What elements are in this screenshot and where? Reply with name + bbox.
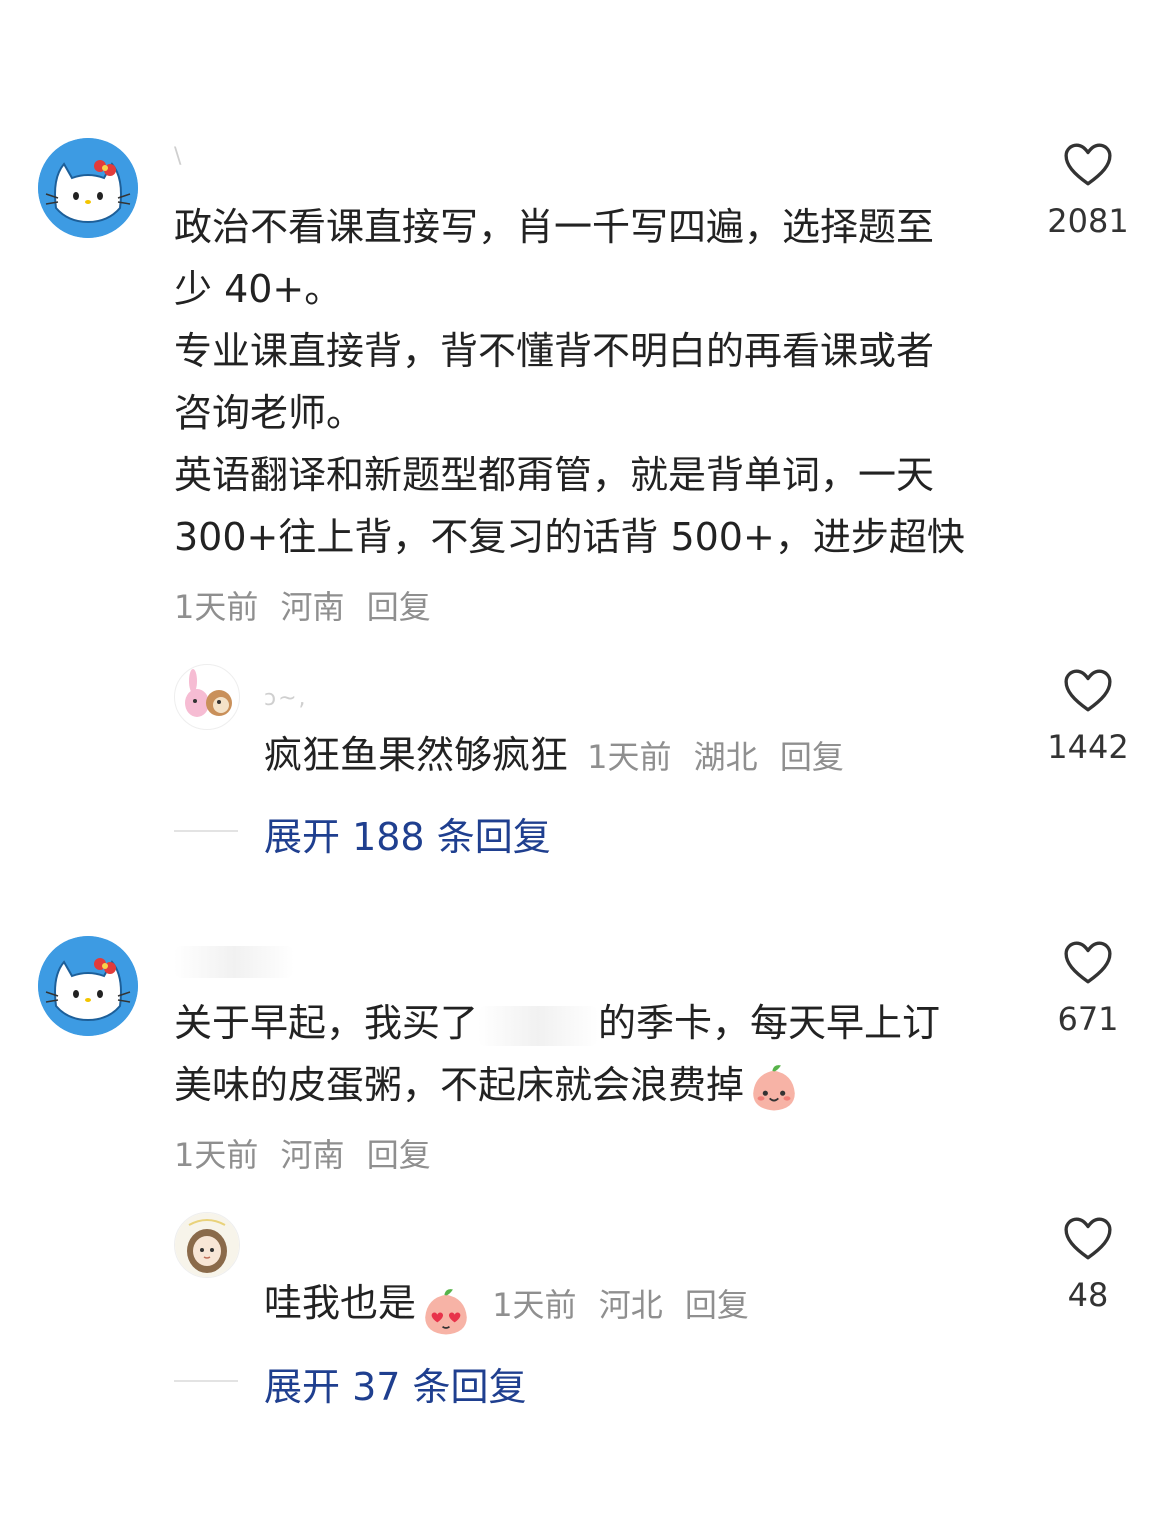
comment-line: 美味的皮蛋粥，不起床就会浪费掉 (174, 1054, 940, 1116)
comment-location: 河南 (280, 1136, 345, 1174)
comment-text-part: 美味的皮蛋粥，不起床就会浪费掉 (174, 1063, 745, 1107)
comment-1: \ 政治不看课直接写，肖一千写四遍，选择题至 少 40+。 专业课直接背，背不懂… (0, 130, 1152, 890)
comment-text: 关于早起，我买了 的季卡，每天早上订 美味的皮蛋粥，不起床就会浪费掉 (174, 992, 940, 1116)
comment-line: 关于早起，我买了 的季卡，每天早上订 (174, 992, 940, 1054)
like-count: 671 (1057, 1000, 1119, 1038)
comment-line: 少 40+。 (174, 267, 343, 311)
reply-button[interactable]: 回复 (780, 738, 844, 776)
reply-button[interactable]: 回复 (367, 588, 431, 626)
reply-meta: 1天前 河北 回复 (482, 1286, 761, 1324)
expand-divider (174, 1380, 238, 1382)
comment-time: 1天前 (174, 588, 259, 626)
comment-username[interactable]: \ (174, 144, 183, 169)
heart-icon (1063, 1216, 1113, 1262)
comment-text: 政治不看课直接写，肖一千写四遍，选择题至 少 40+。 专业课直接背，背不懂背不… (174, 196, 965, 568)
comment-line: 英语翻译和新题型都甭管，就是背单词，一天 (174, 453, 935, 497)
reply-meta: 1天前 湖北 回复 (587, 738, 856, 776)
expand-replies-button[interactable]: 展开 188 条回复 (264, 806, 551, 861)
reply-text-row: 疯狂鱼果然够疯狂 1天前 湖北 回复 (264, 724, 856, 786)
like-count: 1442 (1047, 728, 1129, 766)
reply-location: 湖北 (693, 738, 758, 776)
like-button[interactable]: 671 (1028, 940, 1148, 1038)
heart-icon (1063, 668, 1113, 714)
comment-time: 1天前 (174, 1136, 259, 1174)
like-button[interactable]: 48 (1028, 1216, 1148, 1314)
expand-divider (174, 830, 238, 832)
comment-meta: 1天前 河南 回复 (174, 582, 443, 628)
expand-replies-button[interactable]: 展开 37 条回复 (264, 1356, 527, 1411)
reply-text: 哇我也是 (264, 1281, 417, 1325)
reply-text: 疯狂鱼果然够疯狂 (264, 733, 569, 777)
comment-text-part: 的季卡，每天早上订 (598, 1001, 941, 1045)
comment-2: 关于早起，我买了 的季卡，每天早上订 美味的皮蛋粥，不起床就会浪费掉 1天前 河南… (0, 930, 1152, 1430)
reply-location: 河北 (598, 1286, 663, 1324)
hello-kitty-avatar-icon[interactable] (38, 138, 138, 238)
reply-time: 1天前 (492, 1286, 577, 1324)
girl-avatar-icon[interactable] (174, 1212, 240, 1278)
like-button[interactable]: 2081 (1028, 142, 1148, 240)
heart-icon (1063, 940, 1113, 986)
comment-meta: 1天前 河南 回复 (174, 1130, 443, 1176)
redacted-text (478, 1005, 599, 1046)
comment-line: 政治不看课直接写，肖一千写四遍，选择题至 (174, 205, 935, 249)
comment-line: 300+往上背，不复习的话背 500+，进步超快 (174, 515, 965, 559)
like-button[interactable]: 1442 (1028, 668, 1148, 766)
peach-heart-eyes-emoji-icon (420, 1286, 472, 1338)
reply-button[interactable]: 回复 (685, 1286, 749, 1324)
heart-icon (1063, 142, 1113, 188)
like-count: 48 (1067, 1276, 1109, 1314)
comment-line: 咨询老师。 (174, 391, 365, 435)
reply-time: 1天前 (587, 738, 672, 776)
peach-smile-emoji-icon (748, 1062, 800, 1114)
comment-text-part: 关于早起，我买了 (174, 1001, 479, 1045)
comment-line: 专业课直接背，背不懂背不明白的再看课或者 (174, 329, 935, 373)
comment-location: 河南 (280, 588, 345, 626)
username-blur (174, 946, 294, 978)
cartoon-pair-avatar-icon[interactable] (174, 664, 240, 730)
reply-username[interactable]: ɔ~, (264, 686, 308, 711)
like-count: 2081 (1047, 202, 1129, 240)
reply-button[interactable]: 回复 (367, 1136, 431, 1174)
hello-kitty-avatar-icon[interactable] (38, 936, 138, 1036)
reply-text-row: 哇我也是 1天前 河北 回复 (264, 1272, 761, 1338)
